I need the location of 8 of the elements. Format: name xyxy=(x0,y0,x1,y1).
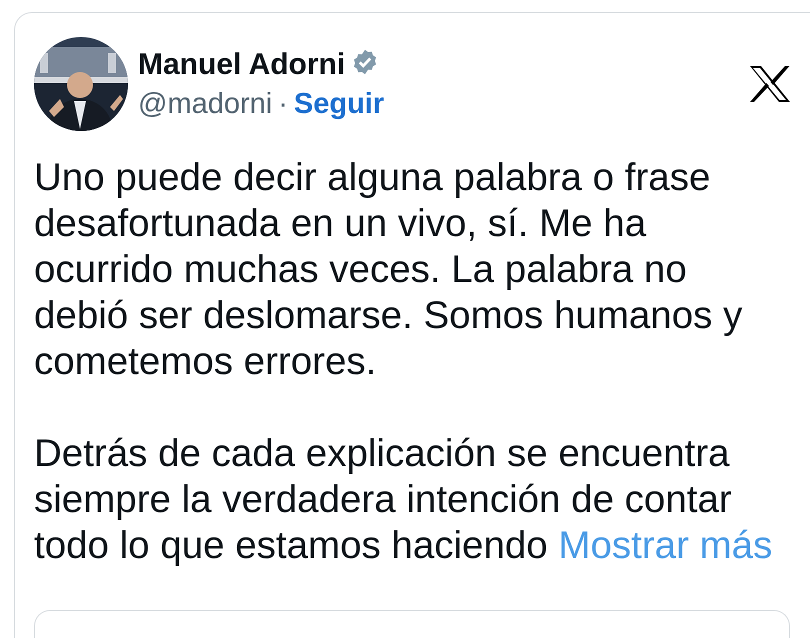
author-handle: @madorni xyxy=(138,88,272,120)
follow-link[interactable]: Seguir xyxy=(294,88,384,120)
x-logo-icon[interactable] xyxy=(749,65,791,103)
tweet-paragraph: Detrás de cada explicación se encuentra siempre la verdadera intención de contar todo lo que estamos haciendo Mostrar más xyxy=(34,431,774,569)
tweet-paragraph: Uno puede decir alguna palabra o frase desafortunada en un vivo, sí. Me ha ocurrido muchas veces. La palabra no debió ser deslomarse. Somos humanos y cometemos errores. xyxy=(34,155,744,385)
show-more-link[interactable]: Mostrar más xyxy=(558,524,772,567)
author-name[interactable]: Manuel Adorni xyxy=(138,48,346,82)
separator-dot: · xyxy=(278,88,288,120)
